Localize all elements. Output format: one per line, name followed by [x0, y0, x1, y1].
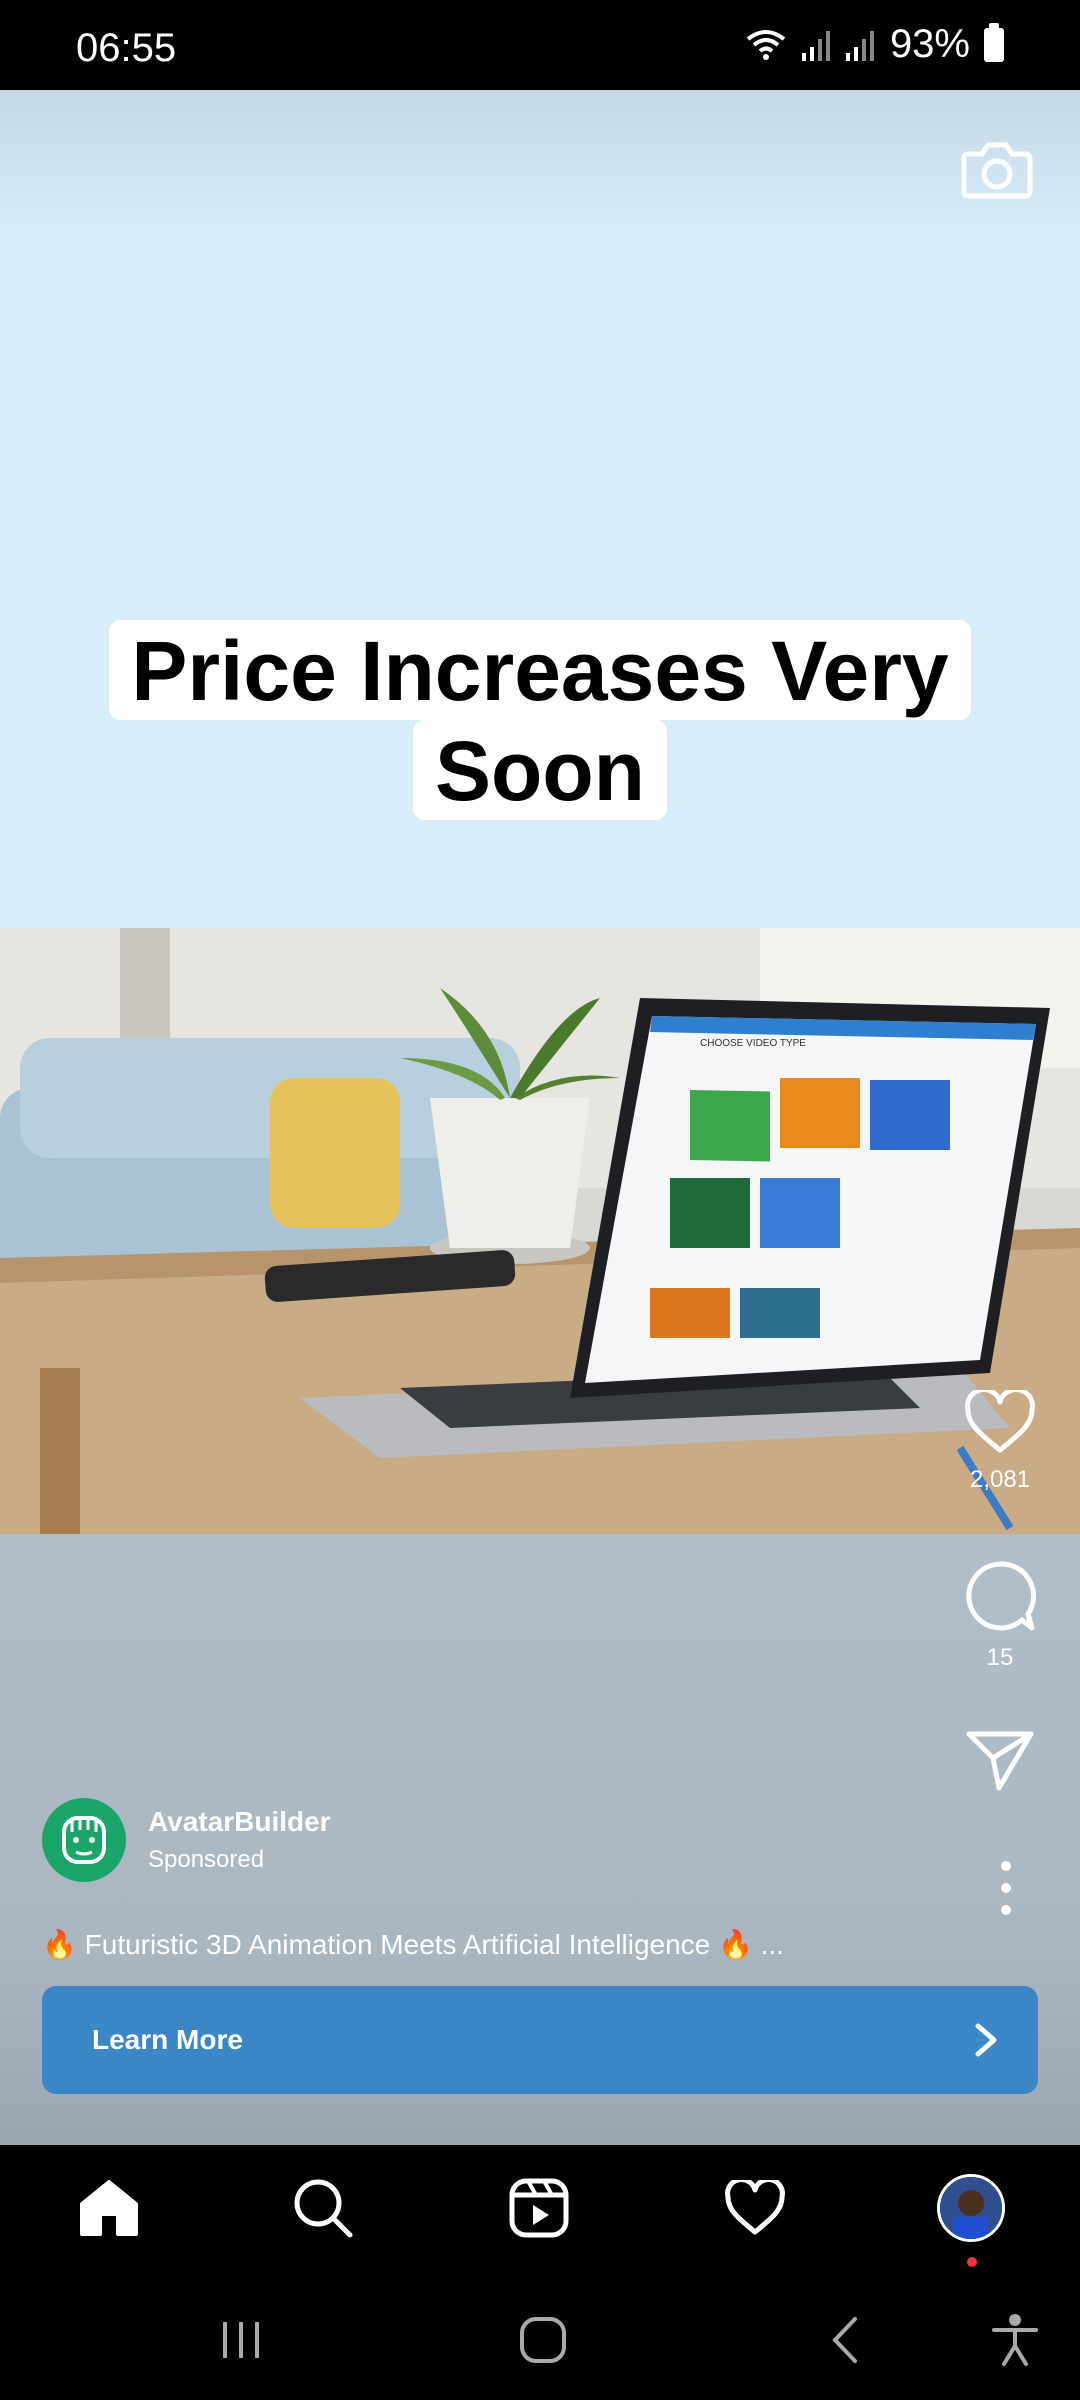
camera-icon[interactable]: [958, 130, 1036, 208]
comment-icon[interactable]: [964, 1560, 1036, 1632]
nav-activity[interactable]: [720, 2173, 790, 2243]
battery-icon: [984, 22, 1004, 62]
comment-action[interactable]: 15: [920, 1560, 1080, 1672]
learn-more-button[interactable]: Learn More: [42, 1986, 1038, 2094]
share-action[interactable]: [920, 1730, 1080, 1792]
chevron-right-icon: [975, 2023, 997, 2057]
like-count: 2,081: [969, 1466, 1031, 1493]
like-action[interactable]: 2,081: [920, 1390, 1080, 1494]
reels-icon[interactable]: [508, 2177, 570, 2239]
headline-line-2: Soon: [413, 720, 667, 820]
heart-icon[interactable]: [964, 1390, 1036, 1454]
headline-overlay: Price Increases Very Soon: [0, 620, 1080, 820]
reel-video[interactable]: Price Increases Very Soon CHOOSE VIDEO T…: [0, 90, 1080, 2145]
headline-line-1: Price Increases Very: [109, 620, 971, 720]
battery-percentage: 93%: [889, 22, 970, 66]
avatarbuilder-logo-icon: [62, 1816, 106, 1864]
home-button[interactable]: [508, 2305, 578, 2375]
profile-avatar[interactable]: [937, 2174, 1005, 2242]
accessibility-button[interactable]: [980, 2305, 1050, 2375]
avatar[interactable]: [42, 1798, 126, 1882]
search-icon[interactable]: [292, 2177, 354, 2239]
back-icon[interactable]: [827, 2315, 863, 2365]
account-name[interactable]: AvatarBuilder: [148, 1806, 331, 1838]
sponsored-label: Sponsored: [148, 1846, 265, 1873]
accessibility-icon[interactable]: [990, 2312, 1040, 2368]
laptop-screen-header: CHOOSE VIDEO TYPE: [700, 1038, 806, 1049]
signal-icon: [801, 30, 830, 61]
notification-dot: [967, 2257, 977, 2267]
status-bar: 06:55 93%: [0, 0, 1080, 90]
back-button[interactable]: [810, 2305, 880, 2375]
account-info[interactable]: AvatarBuilder Sponsored: [42, 1798, 331, 1882]
home-button-icon[interactable]: [518, 2315, 568, 2365]
recent-apps-button[interactable]: [206, 2305, 276, 2375]
home-icon[interactable]: [78, 2178, 140, 2238]
system-nav: [0, 2275, 1080, 2400]
wifi-icon: [746, 29, 786, 60]
learn-more-label: Learn More: [92, 2024, 243, 2055]
nav-reels[interactable]: [504, 2173, 574, 2243]
nav-home[interactable]: [74, 2173, 144, 2243]
more-vertical-icon[interactable]: [994, 1858, 1018, 1918]
bottom-nav: [0, 2145, 1080, 2275]
video-scene-image: CHOOSE VIDEO TYPE: [0, 928, 1080, 1534]
status-time: 06:55: [76, 26, 177, 70]
signal-icon: [845, 30, 874, 61]
caption[interactable]: 🔥 Futuristic 3D Animation Meets Artifici…: [42, 1928, 784, 1961]
heart-icon[interactable]: [724, 2180, 786, 2236]
send-icon[interactable]: [965, 1730, 1035, 1792]
status-icons: 93%: [744, 22, 1004, 67]
comment-count: 15: [986, 1644, 1014, 1671]
nav-profile[interactable]: [936, 2173, 1006, 2267]
nav-search[interactable]: [288, 2173, 358, 2243]
recent-apps-icon[interactable]: [219, 2318, 263, 2362]
